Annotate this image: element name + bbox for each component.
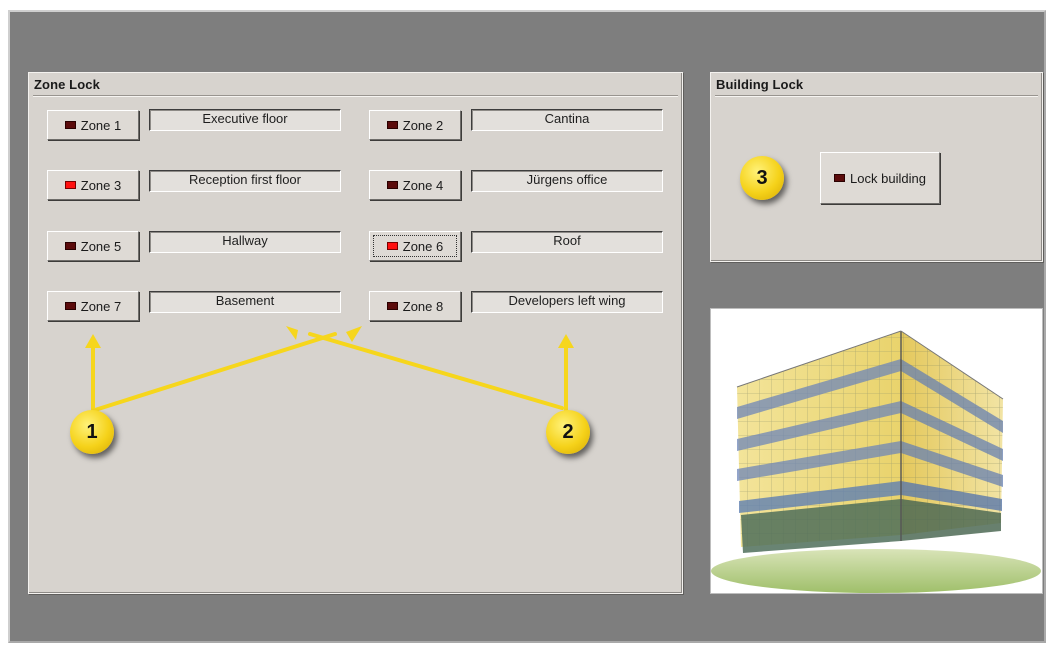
zone-4-label: Zone 4 <box>402 177 444 193</box>
zone-6-led-icon <box>386 242 398 250</box>
lock-building-led-icon <box>834 174 846 182</box>
callout-3: 3 <box>740 156 784 200</box>
zone-2-led-icon <box>386 121 398 129</box>
zone-7-led-icon <box>64 302 76 310</box>
zone-1-button[interactable]: Zone 1 <box>47 110 139 140</box>
zone-4-name-field[interactable]: Jürgens office <box>471 170 663 192</box>
zone-6-label: Zone 6 <box>402 238 444 254</box>
callout-2: 2 <box>546 410 590 454</box>
zone-2-button[interactable]: Zone 2 <box>369 110 461 140</box>
zone-6-button[interactable]: Zone 6 <box>369 231 461 261</box>
zone-8-name-field[interactable]: Developers left wing <box>471 291 663 313</box>
zone-1-name-field[interactable]: Executive floor <box>149 109 341 131</box>
zone-7-name-field[interactable]: Basement <box>149 291 341 313</box>
zone-5-led-icon <box>64 242 76 250</box>
zone-1-label: Zone 1 <box>80 117 122 133</box>
zone-7-button[interactable]: Zone 7 <box>47 291 139 321</box>
building-lock-title: Building Lock <box>716 77 804 92</box>
zone-2-name-field[interactable]: Cantina <box>471 109 663 131</box>
zone-6-name-field[interactable]: Roof <box>471 231 663 253</box>
callout-1: 1 <box>70 410 114 454</box>
zone-1-led-icon <box>64 121 76 129</box>
zone-5-button[interactable]: Zone 5 <box>47 231 139 261</box>
zone-7-label: Zone 7 <box>80 298 122 314</box>
zone-lock-group: Zone Lock Zone 1 Executive floor Zone 2 … <box>28 72 683 594</box>
lock-building-button[interactable]: Lock building <box>820 152 940 204</box>
zone-4-led-icon <box>386 181 398 189</box>
zone-3-button[interactable]: Zone 3 <box>47 170 139 200</box>
zone-3-name-field[interactable]: Reception first floor <box>149 170 341 192</box>
zone-3-led-icon <box>64 181 76 189</box>
zone-8-label: Zone 8 <box>402 298 444 314</box>
zone-3-label: Zone 3 <box>80 177 122 193</box>
building-image <box>710 308 1043 594</box>
zone-8-led-icon <box>386 302 398 310</box>
zone-4-button[interactable]: Zone 4 <box>369 170 461 200</box>
zone-lock-divider <box>33 95 678 97</box>
building-lock-divider <box>715 95 1038 97</box>
zone-8-button[interactable]: Zone 8 <box>369 291 461 321</box>
zone-5-label: Zone 5 <box>80 238 122 254</box>
building-illustration <box>711 309 1042 593</box>
zone-5-name-field[interactable]: Hallway <box>149 231 341 253</box>
zone-2-label: Zone 2 <box>402 117 444 133</box>
lock-building-label: Lock building <box>850 170 926 186</box>
zone-lock-title: Zone Lock <box>34 77 100 92</box>
